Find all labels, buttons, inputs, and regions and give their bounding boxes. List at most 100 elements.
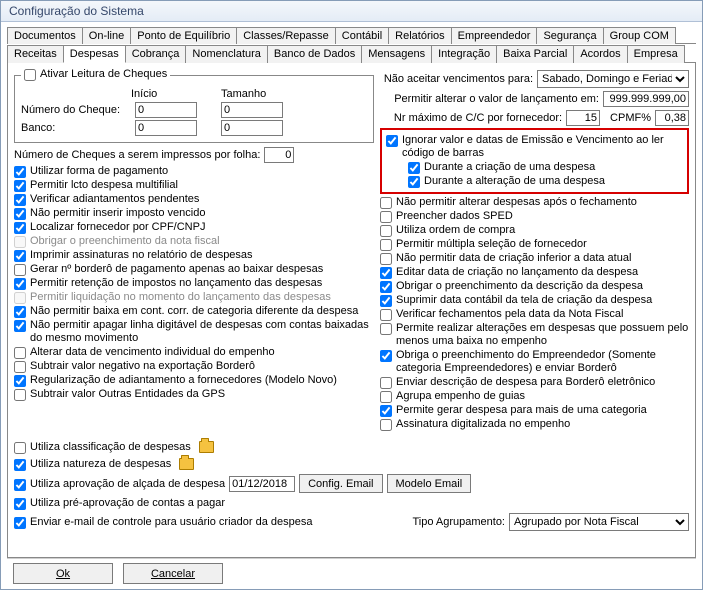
left-chk-0[interactable]: Utilizar forma de pagamento bbox=[14, 165, 374, 178]
tab-acordos[interactable]: Acordos bbox=[573, 45, 627, 63]
right-chk-4[interactable]: Não permitir data de criação inferior a … bbox=[380, 252, 689, 265]
tab-seguran-a[interactable]: Segurança bbox=[536, 27, 603, 44]
left-chk-5: Obrigar o preenchimento da nota fiscal bbox=[14, 235, 374, 248]
right-chk-1[interactable]: Preencher dados SPED bbox=[380, 210, 689, 223]
emph-box: Ignorar valor e datas de Emissão e Venci… bbox=[380, 128, 689, 194]
bottom-area: Utiliza classificação de despesas Utiliz… bbox=[14, 437, 689, 531]
inp-banco-ini[interactable] bbox=[135, 120, 197, 136]
tab-banco-de-dados[interactable]: Banco de Dados bbox=[267, 45, 362, 63]
tab-classes-repasse[interactable]: Classes/Repasse bbox=[236, 27, 336, 44]
sel-nao-aceitar-venc[interactable]: Sabado, Domingo e Feriado bbox=[537, 70, 689, 88]
right-column: Não aceitar vencimentos para: Sabado, Do… bbox=[380, 67, 689, 431]
folder-icon[interactable] bbox=[179, 458, 194, 470]
chk-durante-criacao[interactable]: Durante a criação de uma despesa bbox=[408, 161, 683, 174]
form-area: Ativar Leitura de Cheques Início Tamanho… bbox=[7, 63, 696, 558]
folder-icon[interactable] bbox=[199, 441, 214, 453]
left-chk-12[interactable]: Alterar data de vencimento individual do… bbox=[14, 346, 374, 359]
cancel-button[interactable]: Cancelar bbox=[123, 563, 223, 584]
inp-permitir-alterar[interactable] bbox=[603, 91, 689, 107]
chk-enviar-email-controle[interactable]: Enviar e-mail de controle para usuário c… bbox=[14, 516, 313, 529]
inp-num-cheque-tam[interactable] bbox=[221, 102, 283, 118]
inp-nr-max-cc[interactable] bbox=[566, 110, 600, 126]
lbl-tamanho: Tamanho bbox=[221, 88, 281, 100]
tab-empresa[interactable]: Empresa bbox=[627, 45, 685, 63]
right-chk-3[interactable]: Permitir múltipla seleção de fornecedor bbox=[380, 238, 689, 251]
right-checks: Não permitir alterar despesas após o fec… bbox=[380, 196, 689, 431]
left-chk-13[interactable]: Subtrair valor negativo na exportação Bo… bbox=[14, 360, 374, 373]
left-chk-1[interactable]: Permitir lcto despesa multifilial bbox=[14, 179, 374, 192]
right-chk-6[interactable]: Obrigar o preenchimento da descrição da … bbox=[380, 280, 689, 293]
lbl-nao-aceitar-venc: Não aceitar vencimentos para: bbox=[384, 73, 533, 85]
right-chk-14[interactable]: Assinatura digitalizada no empenho bbox=[380, 418, 689, 431]
inp-cpmf[interactable] bbox=[655, 110, 689, 126]
right-chk-13[interactable]: Permite gerar despesa para mais de uma c… bbox=[380, 404, 689, 417]
titlebar: Configuração do Sistema bbox=[1, 1, 702, 22]
content: DocumentosOn-linePonto de EquilíbrioClas… bbox=[1, 22, 702, 594]
right-chk-9[interactable]: Permite realizar alterações em despesas … bbox=[380, 322, 689, 348]
left-column: Ativar Leitura de Cheques Início Tamanho… bbox=[14, 67, 374, 431]
lbl-tipo-agrupamento: Tipo Agrupamento: bbox=[412, 516, 505, 528]
right-chk-5[interactable]: Editar data de criação no lançamento da … bbox=[380, 266, 689, 279]
left-chk-7[interactable]: Gerar nº borderô de pagamento apenas ao … bbox=[14, 263, 374, 276]
tab-on-line[interactable]: On-line bbox=[82, 27, 131, 44]
lbl-inicio: Início bbox=[131, 88, 191, 100]
left-chk-8[interactable]: Permitir retenção de impostos no lançame… bbox=[14, 277, 374, 290]
right-chk-10[interactable]: Obriga o preenchimento do Empreendedor (… bbox=[380, 349, 689, 375]
left-chk-6[interactable]: Imprimir assinaturas no relatório de des… bbox=[14, 249, 374, 262]
button-row: Ok Cancelar bbox=[7, 558, 696, 588]
tab-cont-bil[interactable]: Contábil bbox=[335, 27, 389, 44]
tab-group-com[interactable]: Group COM bbox=[603, 27, 676, 44]
chk-durante-alteracao[interactable]: Durante a alteração de uma despesa bbox=[408, 175, 683, 188]
lbl-banco: Banco: bbox=[21, 122, 131, 134]
right-top: Não aceitar vencimentos para: Sabado, Do… bbox=[380, 70, 689, 126]
tab-integra-o[interactable]: Integração bbox=[431, 45, 497, 63]
window-title: Configuração do Sistema bbox=[9, 4, 144, 18]
chk-natureza-despesas[interactable]: Utiliza natureza de despesas bbox=[14, 458, 171, 471]
chk-ativar-leitura-cheques[interactable]: Ativar Leitura de Cheques bbox=[24, 68, 167, 81]
btn-modelo-email[interactable]: Modelo Email bbox=[387, 474, 472, 493]
lbl-nr-max-cc: Nr máximo de C/C por fornecedor: bbox=[394, 112, 562, 124]
chk-ignorar-valor-datas[interactable]: Ignorar valor e datas de Emissão e Venci… bbox=[386, 134, 683, 160]
left-chk-3[interactable]: Não permitir inserir imposto vencido bbox=[14, 207, 374, 220]
right-chk-0[interactable]: Não permitir alterar despesas após o fec… bbox=[380, 196, 689, 209]
left-chk-14[interactable]: Regularização de adiantamento a forneced… bbox=[14, 374, 374, 387]
tab-relat-rios[interactable]: Relatórios bbox=[388, 27, 452, 44]
inp-cheques-folha[interactable] bbox=[264, 147, 294, 163]
tab-documentos[interactable]: Documentos bbox=[7, 27, 83, 44]
sel-tipo-agrupamento[interactable]: Agrupado por Nota Fiscal bbox=[509, 513, 689, 531]
lbl-permitir-alterar: Permitir alterar o valor de lançamento e… bbox=[394, 93, 599, 105]
left-chk-2[interactable]: Verificar adiantamentos pendentes bbox=[14, 193, 374, 206]
btn-config-email[interactable]: Config. Email bbox=[299, 474, 382, 493]
inp-banco-tam[interactable] bbox=[221, 120, 283, 136]
chk-aprov-alcada[interactable]: Utiliza aprovação de alçada de despesa bbox=[14, 478, 225, 491]
left-chk-15[interactable]: Subtrair valor Outras Entidades da GPS bbox=[14, 388, 374, 401]
lbl-numero-cheque: Número do Cheque: bbox=[21, 104, 131, 116]
left-chk-11[interactable]: Não permitir apagar linha digitável de d… bbox=[14, 319, 374, 345]
right-chk-2[interactable]: Utiliza ordem de compra bbox=[380, 224, 689, 237]
tabs-row-2: ReceitasDespesasCobrançaNomenclaturaBanc… bbox=[7, 44, 696, 63]
tab-despesas[interactable]: Despesas bbox=[63, 45, 126, 63]
left-chk-10[interactable]: Não permitir baixa em cont. corr. de cat… bbox=[14, 305, 374, 318]
tab-receitas[interactable]: Receitas bbox=[7, 45, 64, 63]
inp-num-cheque-ini[interactable] bbox=[135, 102, 197, 118]
right-chk-12[interactable]: Agrupa empenho de guias bbox=[380, 390, 689, 403]
left-chk-4[interactable]: Localizar fornecedor por CPF/CNPJ bbox=[14, 221, 374, 234]
right-chk-7[interactable]: Suprimir data contábil da tela de criaçã… bbox=[380, 294, 689, 307]
tab-cobran-a[interactable]: Cobrança bbox=[125, 45, 187, 63]
tabs-row-1: DocumentosOn-linePonto de EquilíbrioClas… bbox=[7, 26, 696, 44]
system-config-window: Configuração do Sistema DocumentosOn-lin… bbox=[0, 0, 703, 590]
tab-baixa-parcial[interactable]: Baixa Parcial bbox=[496, 45, 574, 63]
tab-ponto-de-equil-brio[interactable]: Ponto de Equilíbrio bbox=[130, 27, 237, 44]
inp-aprov-date[interactable] bbox=[229, 476, 295, 492]
chk-pre-aprov[interactable]: Utiliza pré-aprovação de contas a pagar bbox=[14, 497, 225, 510]
chk-classif-despesas[interactable]: Utiliza classificação de despesas bbox=[14, 441, 191, 454]
right-chk-11[interactable]: Enviar descrição de despesa para Borderô… bbox=[380, 376, 689, 389]
left-checks: Utilizar forma de pagamentoPermitir lcto… bbox=[14, 165, 374, 401]
right-chk-8[interactable]: Verificar fechamentos pela data da Nota … bbox=[380, 308, 689, 321]
tab-empreendedor[interactable]: Empreendedor bbox=[451, 27, 538, 44]
ok-button[interactable]: Ok bbox=[13, 563, 113, 584]
left-chk-9: Permitir liquidação no momento do lançam… bbox=[14, 291, 374, 304]
lbl-cpmf: CPMF% bbox=[610, 112, 651, 124]
tab-mensagens[interactable]: Mensagens bbox=[361, 45, 432, 63]
tab-nomenclatura[interactable]: Nomenclatura bbox=[185, 45, 267, 63]
